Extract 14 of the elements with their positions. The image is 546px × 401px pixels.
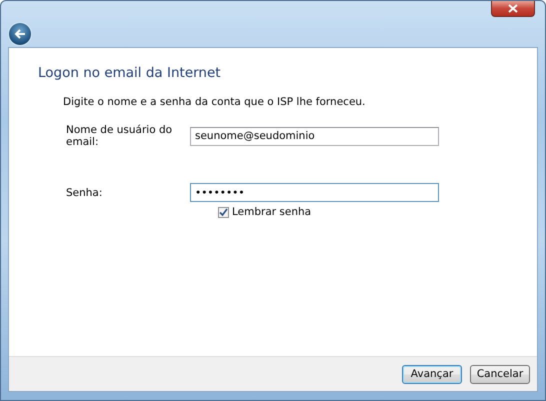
instruction-text: Digite o nome e a senha da conta que o ISP lhe forneceu. bbox=[63, 96, 366, 108]
input-field[interactable]: •••••••• bbox=[190, 183, 439, 202]
dialog-button[interactable]: Avançar bbox=[402, 364, 462, 384]
close-icon bbox=[508, 4, 518, 13]
input-field[interactable]: seunome@seudominio bbox=[190, 126, 439, 146]
back-arrow-icon bbox=[14, 29, 26, 39]
back-button[interactable] bbox=[9, 23, 31, 45]
field-label: Nome de usuário do email: bbox=[66, 124, 174, 148]
page-title: Logon no email da Internet bbox=[38, 65, 222, 81]
dialog-button[interactable]: Cancelar bbox=[470, 364, 530, 384]
checkbox[interactable] bbox=[218, 206, 229, 218]
close-button[interactable] bbox=[491, 1, 535, 17]
checkbox-label: Lembrar senha bbox=[232, 206, 312, 218]
field-label: Senha: bbox=[66, 186, 104, 198]
